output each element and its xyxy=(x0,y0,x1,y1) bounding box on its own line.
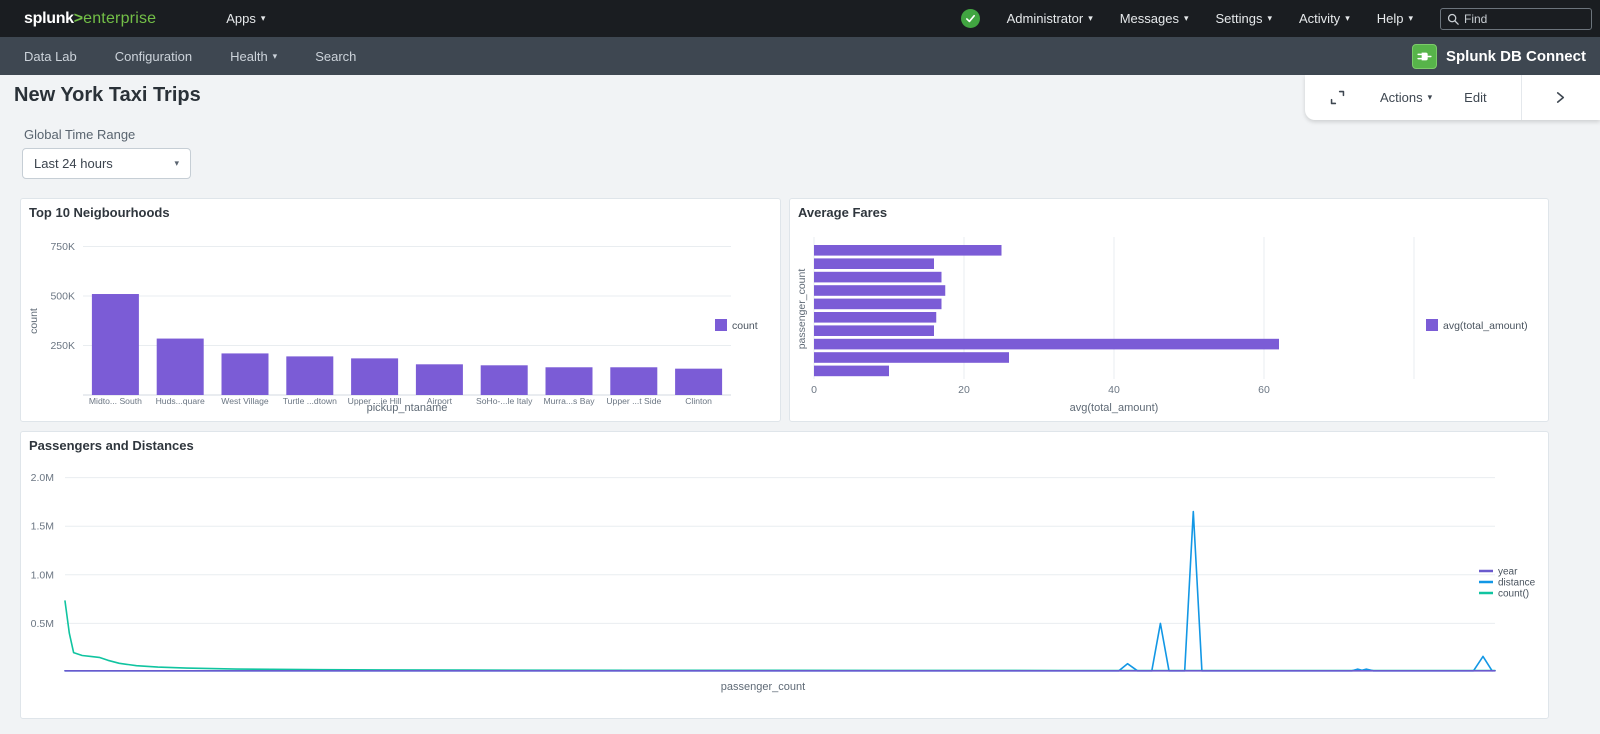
svg-text:year: year xyxy=(1498,567,1518,578)
svg-text:1.0M: 1.0M xyxy=(31,569,54,581)
svg-text:avg(total_amount): avg(total_amount) xyxy=(1070,402,1159,414)
app-identity[interactable]: Splunk DB Connect xyxy=(1412,44,1586,69)
nav-configuration-label: Configuration xyxy=(115,49,192,64)
magnifier-icon xyxy=(1447,13,1459,25)
chart-title: Passengers and Distances xyxy=(29,438,194,453)
svg-text:750K: 750K xyxy=(50,241,75,253)
app-title: Splunk DB Connect xyxy=(1446,48,1586,65)
help-menu-label: Help xyxy=(1377,11,1404,26)
bar-chart-top10-neighbourhoods: 250K 500K 750K Midto... South Huds...quare We… xyxy=(21,199,780,421)
find-search[interactable] xyxy=(1440,8,1592,30)
nav-search[interactable]: Search xyxy=(315,49,356,64)
nav-configuration[interactable]: Configuration xyxy=(115,49,192,64)
panel-average-fares: Average Fares 0 20 40 60 passenger_count avg(… xyxy=(789,198,1549,422)
svg-text:distance: distance xyxy=(1498,578,1536,589)
page-title: New York Taxi Trips xyxy=(14,84,201,107)
nav-data-lab[interactable]: Data Lab xyxy=(24,49,77,64)
svg-text:count: count xyxy=(732,320,758,332)
time-range-value: Last 24 hours xyxy=(34,156,174,171)
svg-text:Huds...quare: Huds...quare xyxy=(156,396,205,406)
activity-menu[interactable]: Activity xyxy=(1299,11,1350,26)
nav-health-label: Health xyxy=(230,49,268,64)
panel-top10-neighbourhoods: Top 10 Neigbourhoods 250K 500K 750K Midto..… xyxy=(20,198,781,422)
administrator-menu-label: Administrator xyxy=(1007,11,1084,26)
svg-text:0: 0 xyxy=(811,384,817,396)
svg-text:20: 20 xyxy=(958,384,970,396)
svg-text:avg(total_amount): avg(total_amount) xyxy=(1443,320,1528,332)
svg-text:count(): count() xyxy=(1498,589,1529,600)
apps-menu-label: Apps xyxy=(226,11,256,26)
svg-text:0.5M: 0.5M xyxy=(31,618,54,630)
activity-menu-label: Activity xyxy=(1299,11,1340,26)
dashboard-toolbar: Actions Edit xyxy=(1305,75,1600,120)
actions-button[interactable]: Actions xyxy=(1380,90,1432,105)
messages-menu-label: Messages xyxy=(1120,11,1179,26)
app-navbar: Data Lab Configuration Health Search Spl… xyxy=(0,37,1600,75)
svg-text:1.5M: 1.5M xyxy=(31,521,54,533)
svg-text:Murra...s Bay: Murra...s Bay xyxy=(543,396,595,406)
chevron-right-icon[interactable] xyxy=(1522,91,1600,104)
actions-button-label: Actions xyxy=(1380,90,1423,105)
svg-text:Midto... South: Midto... South xyxy=(89,396,142,406)
svg-text:2.0M: 2.0M xyxy=(31,472,54,484)
svg-text:passenger_count: passenger_count xyxy=(796,269,808,350)
edit-button-label: Edit xyxy=(1464,90,1486,105)
panel-passengers-distances: Passengers and Distances 0.5M 1.0M 1.5M 2.0… xyxy=(20,431,1549,719)
nav-health[interactable]: Health xyxy=(230,49,277,64)
apps-menu[interactable]: Apps xyxy=(226,11,265,26)
checkmark-glyph xyxy=(965,13,976,24)
messages-menu[interactable]: Messages xyxy=(1120,11,1189,26)
svg-text:60: 60 xyxy=(1258,384,1270,396)
hbar-chart-average-fares: 0204060passenger_countavg(total_amount)a… xyxy=(790,199,1548,421)
svg-text:Upper ...t Side: Upper ...t Side xyxy=(606,396,661,406)
top-navbar: splunk>enterprise Apps Administrator Mes… xyxy=(0,0,1600,37)
help-menu[interactable]: Help xyxy=(1377,11,1413,26)
settings-menu-label: Settings xyxy=(1216,11,1263,26)
svg-text:Clinton: Clinton xyxy=(685,396,712,406)
svg-text:West Village: West Village xyxy=(221,396,269,406)
svg-text:passenger_count: passenger_count xyxy=(721,681,805,693)
chart-title: Top 10 Neigbourhoods xyxy=(29,205,170,220)
time-range-dropdown[interactable]: Last 24 hours xyxy=(22,148,191,179)
administrator-menu[interactable]: Administrator xyxy=(1007,11,1093,26)
logo-gt-text: > xyxy=(74,10,83,28)
svg-text:Turtle ...dtown: Turtle ...dtown xyxy=(283,396,337,406)
svg-text:count: count xyxy=(28,308,40,334)
svg-text:250K: 250K xyxy=(50,340,75,352)
logo-enterprise-text: enterprise xyxy=(83,10,156,28)
settings-menu[interactable]: Settings xyxy=(1216,11,1273,26)
chart-title: Average Fares xyxy=(798,205,887,220)
line-chart-passengers-distances: 0.5M 1.0M 1.5M 2.0M passenger_count yeardista… xyxy=(21,432,1548,718)
svg-text:500K: 500K xyxy=(50,291,75,303)
logo-splunk-text: splunk xyxy=(24,10,74,28)
edit-button[interactable]: Edit xyxy=(1464,90,1486,105)
expand-icon[interactable] xyxy=(1329,89,1346,106)
nav-data-lab-label: Data Lab xyxy=(24,49,77,64)
svg-text:pickup_ntaname: pickup_ntaname xyxy=(367,402,448,414)
time-range-label: Global Time Range xyxy=(24,127,135,142)
plug-icon xyxy=(1412,44,1437,69)
nav-search-label: Search xyxy=(315,49,356,64)
find-input[interactable] xyxy=(1464,12,1574,26)
splunk-logo[interactable]: splunk>enterprise xyxy=(24,10,156,28)
caret-down-icon xyxy=(174,158,179,169)
check-circle-icon[interactable] xyxy=(961,9,980,28)
svg-text:40: 40 xyxy=(1108,384,1120,396)
svg-text:SoHo-...le Italy: SoHo-...le Italy xyxy=(476,396,533,406)
